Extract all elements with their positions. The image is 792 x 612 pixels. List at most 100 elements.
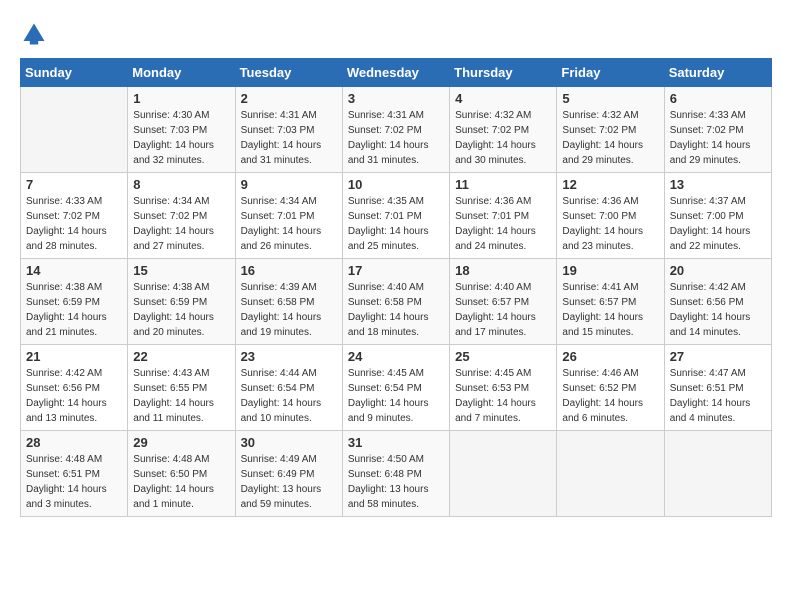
day-info: Sunrise: 4:38 AMSunset: 6:59 PMDaylight:… (133, 280, 229, 340)
calendar-cell: 23Sunrise: 4:44 AMSunset: 6:54 PMDayligh… (235, 345, 342, 431)
calendar-cell: 24 Sunrise: 4:45 AMSunset: 6:54 PMDayligh… (342, 345, 449, 431)
calendar-header-saturday: Saturday (664, 59, 771, 87)
calendar-cell: 2 Sunrise: 4:31 AMSunset: 7:03 PMDaylight… (235, 87, 342, 173)
calendar-cell: 28Sunrise: 4:48 AMSunset: 6:51 PMDayligh… (21, 431, 128, 517)
day-number: 14 (26, 263, 122, 278)
day-number: 19 (562, 263, 658, 278)
day-number: 26 (562, 349, 658, 364)
calendar-cell: 10Sunrise: 4:35 AMSunset: 7:01 PMDayligh… (342, 173, 449, 259)
day-info: Sunrise: 4:34 AMSunset: 7:02 PMDaylight:… (133, 194, 229, 254)
calendar-cell (664, 431, 771, 517)
calendar-header-wednesday: Wednesday (342, 59, 449, 87)
day-info: Sunrise: 4:46 AMSunset: 6:52 PMDaylight:… (562, 366, 658, 426)
day-number: 18 (455, 263, 551, 278)
calendar-header-sunday: Sunday (21, 59, 128, 87)
day-info: Sunrise: 4:44 AMSunset: 6:54 PMDaylight:… (241, 366, 337, 426)
day-info: Sunrise: 4:47 AMSunset: 6:51 PMDaylight:… (670, 366, 766, 426)
day-info: Sunrise: 4:41 AMSunset: 6:57 PMDaylight:… (562, 280, 658, 340)
day-number: 25 (455, 349, 551, 364)
calendar-week-4: 21 Sunrise: 4:42 AMSunset: 6:56 PMDayligh… (21, 345, 772, 431)
day-info: Sunrise: 4:31 AMSunset: 7:03 PMDaylight:… (241, 108, 337, 168)
day-info: Sunrise: 4:36 AMSunset: 7:00 PMDaylight:… (562, 194, 658, 254)
calendar-header-friday: Friday (557, 59, 664, 87)
calendar-week-1: 1 Sunrise: 4:30 AMSunset: 7:03 PMDaylight… (21, 87, 772, 173)
calendar-cell: 5Sunrise: 4:32 AMSunset: 7:02 PMDaylight… (557, 87, 664, 173)
calendar-cell: 20 Sunrise: 4:42 AMSunset: 6:56 PMDayligh… (664, 259, 771, 345)
day-number: 12 (562, 177, 658, 192)
day-info: Sunrise: 4:38 AMSunset: 6:59 PMDaylight:… (26, 280, 122, 340)
day-info: Sunrise: 4:34 AMSunset: 7:01 PMDaylight:… (241, 194, 337, 254)
calendar-cell: 13 Sunrise: 4:37 AMSunset: 7:00 PMDayligh… (664, 173, 771, 259)
day-number: 20 (670, 263, 766, 278)
day-info: Sunrise: 4:48 AMSunset: 6:51 PMDaylight:… (26, 452, 122, 512)
day-number: 9 (241, 177, 337, 192)
day-number: 7 (26, 177, 122, 192)
calendar-cell: 6 Sunrise: 4:33 AMSunset: 7:02 PMDaylight… (664, 87, 771, 173)
logo-icon (20, 20, 48, 48)
day-info: Sunrise: 4:39 AMSunset: 6:58 PMDaylight:… (241, 280, 337, 340)
day-info: Sunrise: 4:45 AMSunset: 6:53 PMDaylight:… (455, 366, 551, 426)
day-number: 21 (26, 349, 122, 364)
day-info: Sunrise: 4:42 AMSunset: 6:56 PMDaylight:… (26, 366, 122, 426)
day-number: 27 (670, 349, 766, 364)
day-number: 13 (670, 177, 766, 192)
day-info: Sunrise: 4:31 AMSunset: 7:02 PMDaylight:… (348, 108, 444, 168)
calendar-cell (450, 431, 557, 517)
calendar-cell: 8 Sunrise: 4:34 AMSunset: 7:02 PMDaylight… (128, 173, 235, 259)
calendar-cell: 26 Sunrise: 4:46 AMSunset: 6:52 PMDayligh… (557, 345, 664, 431)
day-number: 11 (455, 177, 551, 192)
calendar-cell: 14 Sunrise: 4:38 AMSunset: 6:59 PMDayligh… (21, 259, 128, 345)
calendar-cell: 3 Sunrise: 4:31 AMSunset: 7:02 PMDaylight… (342, 87, 449, 173)
logo (20, 20, 52, 48)
calendar-table: SundayMondayTuesdayWednesdayThursdayFrid… (20, 58, 772, 517)
day-info: Sunrise: 4:32 AMSunset: 7:02 PMDaylight:… (455, 108, 551, 168)
day-info: Sunrise: 4:42 AMSunset: 6:56 PMDaylight:… (670, 280, 766, 340)
calendar-week-2: 7 Sunrise: 4:33 AMSunset: 7:02 PMDaylight… (21, 173, 772, 259)
day-number: 4 (455, 91, 551, 106)
calendar-cell: 16 Sunrise: 4:39 AMSunset: 6:58 PMDayligh… (235, 259, 342, 345)
calendar-cell: 15 Sunrise: 4:38 AMSunset: 6:59 PMDayligh… (128, 259, 235, 345)
day-number: 10 (348, 177, 444, 192)
day-number: 29 (133, 435, 229, 450)
day-number: 16 (241, 263, 337, 278)
day-info: Sunrise: 4:40 AMSunset: 6:57 PMDaylight:… (455, 280, 551, 340)
calendar-cell: 17 Sunrise: 4:40 AMSunset: 6:58 PMDayligh… (342, 259, 449, 345)
calendar-cell: 7 Sunrise: 4:33 AMSunset: 7:02 PMDaylight… (21, 173, 128, 259)
day-number: 17 (348, 263, 444, 278)
calendar-cell (557, 431, 664, 517)
day-info: Sunrise: 4:45 AMSunset: 6:54 PMDaylight:… (348, 366, 444, 426)
calendar-cell: 18 Sunrise: 4:40 AMSunset: 6:57 PMDayligh… (450, 259, 557, 345)
day-number: 6 (670, 91, 766, 106)
day-number: 24 (348, 349, 444, 364)
calendar-header-monday: Monday (128, 59, 235, 87)
calendar-cell: 21 Sunrise: 4:42 AMSunset: 6:56 PMDayligh… (21, 345, 128, 431)
day-number: 8 (133, 177, 229, 192)
day-number: 3 (348, 91, 444, 106)
calendar-cell: 9 Sunrise: 4:34 AMSunset: 7:01 PMDaylight… (235, 173, 342, 259)
day-info: Sunrise: 4:36 AMSunset: 7:01 PMDaylight:… (455, 194, 551, 254)
calendar-header-tuesday: Tuesday (235, 59, 342, 87)
day-info: Sunrise: 4:32 AMSunset: 7:02 PMDaylight:… (562, 108, 658, 168)
calendar-cell (21, 87, 128, 173)
calendar-cell: 1 Sunrise: 4:30 AMSunset: 7:03 PMDaylight… (128, 87, 235, 173)
calendar-cell: 4 Sunrise: 4:32 AMSunset: 7:02 PMDaylight… (450, 87, 557, 173)
page-header (20, 20, 772, 48)
day-number: 2 (241, 91, 337, 106)
day-info: Sunrise: 4:43 AMSunset: 6:55 PMDaylight:… (133, 366, 229, 426)
day-info: Sunrise: 4:33 AMSunset: 7:02 PMDaylight:… (670, 108, 766, 168)
day-info: Sunrise: 4:33 AMSunset: 7:02 PMDaylight:… (26, 194, 122, 254)
day-info: Sunrise: 4:37 AMSunset: 7:00 PMDaylight:… (670, 194, 766, 254)
day-number: 1 (133, 91, 229, 106)
day-number: 31 (348, 435, 444, 450)
calendar-week-3: 14 Sunrise: 4:38 AMSunset: 6:59 PMDayligh… (21, 259, 772, 345)
calendar-week-5: 28Sunrise: 4:48 AMSunset: 6:51 PMDayligh… (21, 431, 772, 517)
calendar-header-row: SundayMondayTuesdayWednesdayThursdayFrid… (21, 59, 772, 87)
day-number: 15 (133, 263, 229, 278)
calendar-cell: 19 Sunrise: 4:41 AMSunset: 6:57 PMDayligh… (557, 259, 664, 345)
day-info: Sunrise: 4:40 AMSunset: 6:58 PMDaylight:… (348, 280, 444, 340)
day-number: 22 (133, 349, 229, 364)
day-info: Sunrise: 4:30 AMSunset: 7:03 PMDaylight:… (133, 108, 229, 168)
calendar-header-thursday: Thursday (450, 59, 557, 87)
calendar-cell: 30Sunrise: 4:49 AMSunset: 6:49 PMDayligh… (235, 431, 342, 517)
calendar-cell: 11 Sunrise: 4:36 AMSunset: 7:01 PMDayligh… (450, 173, 557, 259)
